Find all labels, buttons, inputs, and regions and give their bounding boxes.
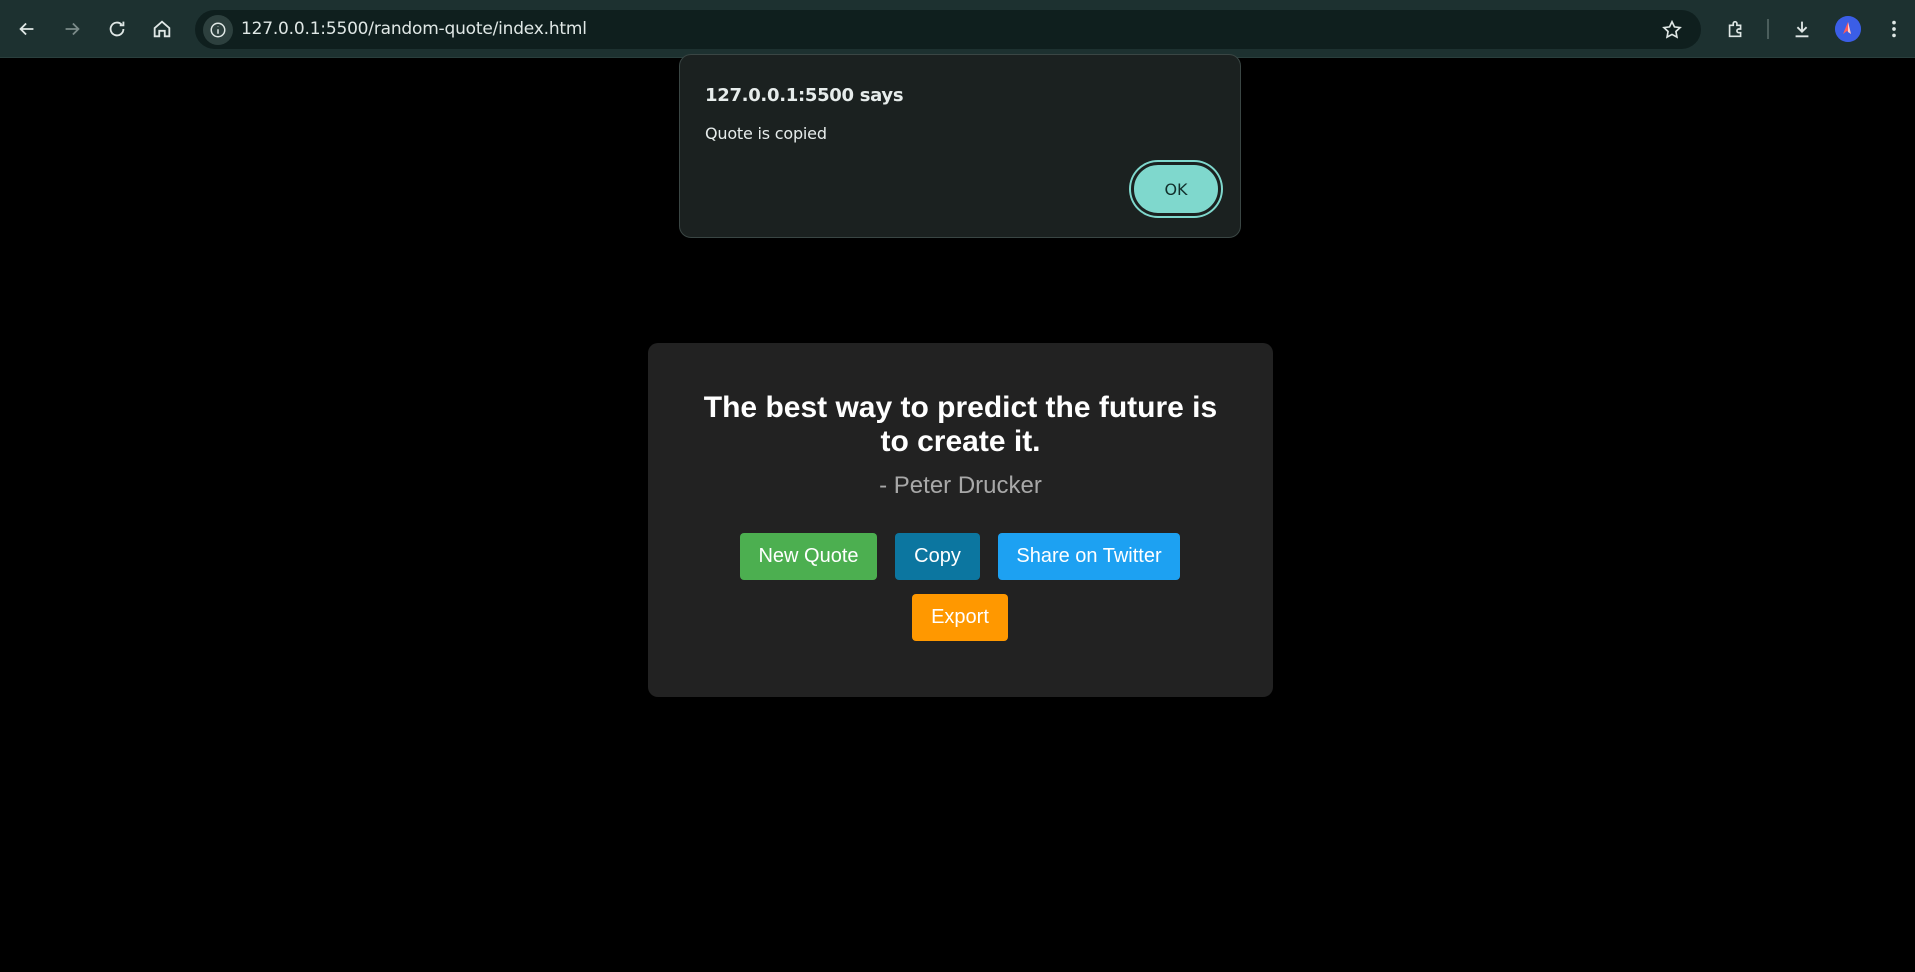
download-icon[interactable] [1788,15,1816,43]
profile-avatar[interactable] [1835,16,1861,42]
browser-toolbar: 127.0.0.1:5500/random-quote/index.html [0,0,1915,58]
forward-arrow-icon[interactable] [58,15,86,43]
url-text[interactable]: 127.0.0.1:5500/random-quote/index.html [241,10,587,49]
alert-dialog: 127.0.0.1:5500 says Quote is copied OK [679,54,1241,238]
dialog-message: Quote is copied [705,124,827,143]
quote-author: - Peter Drucker [879,472,1042,499]
quote-text: The best way to predict the future is to… [703,391,1218,458]
export-button[interactable]: Export [912,594,1008,641]
new-quote-button[interactable]: New Quote [740,533,877,580]
home-icon[interactable] [148,15,176,43]
extensions-icon[interactable] [1722,15,1750,43]
site-info-icon[interactable] [203,15,233,45]
toolbar-divider [1767,19,1769,39]
star-icon[interactable] [1659,17,1685,43]
dialog-title: 127.0.0.1:5500 says [705,85,904,106]
more-menu-icon[interactable] [1880,15,1908,43]
back-arrow-icon[interactable] [13,15,41,43]
ok-button[interactable]: OK [1131,162,1221,216]
address-bar[interactable]: 127.0.0.1:5500/random-quote/index.html [195,10,1701,49]
copy-button[interactable]: Copy [895,533,980,580]
reload-icon[interactable] [103,15,131,43]
share-twitter-button[interactable]: Share on Twitter [998,533,1180,580]
quote-card: The best way to predict the future is to… [648,343,1273,697]
